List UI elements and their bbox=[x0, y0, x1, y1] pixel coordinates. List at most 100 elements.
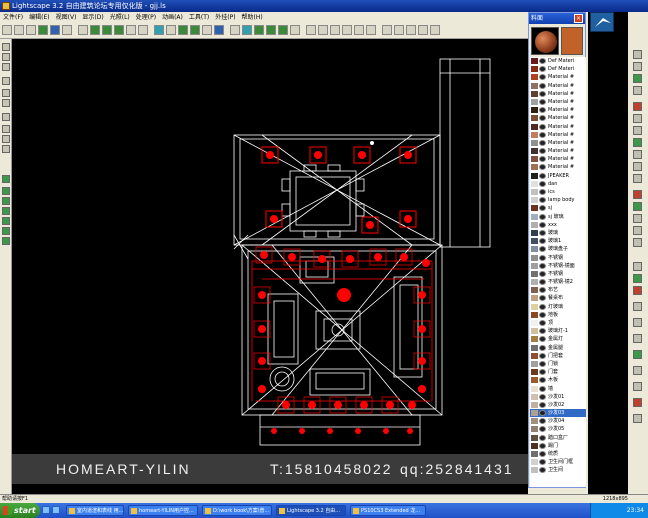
toolbar-button[interactable] bbox=[418, 25, 428, 35]
toolbar-button[interactable] bbox=[354, 25, 364, 35]
menu-item[interactable]: 视图(V) bbox=[53, 12, 80, 23]
toolbar-button[interactable] bbox=[14, 25, 24, 35]
material-list-item[interactable]: Material # bbox=[530, 114, 586, 122]
left-tool-button[interactable] bbox=[2, 53, 10, 61]
material-list-item[interactable]: 玻璃 bbox=[530, 229, 586, 237]
toolbar-button[interactable] bbox=[126, 25, 136, 35]
right-tool-button[interactable] bbox=[633, 62, 642, 71]
left-tool-button[interactable] bbox=[2, 145, 10, 153]
toolbar-button[interactable] bbox=[306, 25, 316, 35]
material-list-item[interactable]: Material # bbox=[530, 73, 586, 81]
right-tool-button[interactable] bbox=[633, 50, 642, 59]
material-list-item[interactable]: 木板 bbox=[530, 376, 586, 384]
taskbar-item[interactable]: homeart-YILIN用户控... bbox=[128, 505, 198, 516]
material-list-item[interactable]: Material # bbox=[530, 98, 586, 106]
material-list-item[interactable]: Material # bbox=[530, 155, 586, 163]
material-color-swatch[interactable] bbox=[561, 27, 583, 55]
toolbar-button[interactable] bbox=[202, 25, 212, 35]
right-tool-button[interactable] bbox=[633, 286, 642, 295]
right-tool-button[interactable] bbox=[633, 126, 642, 135]
right-tool-button[interactable] bbox=[633, 174, 642, 183]
toolbar-button[interactable] bbox=[430, 25, 440, 35]
menu-item[interactable]: 外挂(P) bbox=[212, 12, 238, 23]
toolbar-button[interactable] bbox=[166, 25, 176, 35]
toolbar-button[interactable] bbox=[278, 25, 288, 35]
material-list-item[interactable]: 门套 bbox=[530, 368, 586, 376]
material-list-item[interactable]: 不锈钢-镜2 bbox=[530, 278, 586, 286]
material-list-item[interactable]: 不锈钢 bbox=[530, 254, 586, 262]
toolbar-button[interactable] bbox=[178, 25, 188, 35]
toolbar-button[interactable] bbox=[242, 25, 252, 35]
material-list-item[interactable]: 统质 bbox=[530, 450, 586, 458]
material-list-item[interactable]: sj bbox=[530, 204, 586, 212]
material-list-item[interactable]: 沙发05 bbox=[530, 425, 586, 433]
toolbar-button[interactable] bbox=[50, 25, 60, 35]
material-list-item[interactable]: xxx bbox=[530, 221, 586, 229]
material-list-item[interactable]: JPEAKER bbox=[530, 172, 586, 180]
material-list-item[interactable]: Material # bbox=[530, 139, 586, 147]
material-list-item[interactable]: Material # bbox=[530, 131, 586, 139]
right-tool-button[interactable] bbox=[633, 318, 642, 327]
right-tool-button[interactable] bbox=[633, 334, 642, 343]
left-tool-button[interactable] bbox=[2, 197, 10, 205]
toolbar-button[interactable] bbox=[2, 25, 12, 35]
toolbar-button[interactable] bbox=[214, 25, 224, 35]
toolbar-button[interactable] bbox=[330, 25, 340, 35]
right-tool-button[interactable] bbox=[633, 414, 642, 423]
quick-launch-icon[interactable] bbox=[52, 506, 60, 514]
material-list-item[interactable]: 门锁 bbox=[530, 360, 586, 368]
toolbar-button[interactable] bbox=[190, 25, 200, 35]
material-list-item[interactable]: 墙 bbox=[530, 385, 586, 393]
material-list-item[interactable]: lamp body bbox=[530, 196, 586, 204]
material-list-item[interactable]: Material # bbox=[530, 163, 586, 171]
taskbar-item[interactable]: D:\work book\方案\普... bbox=[202, 505, 272, 516]
toolbar-button[interactable] bbox=[154, 25, 164, 35]
left-tool-button[interactable] bbox=[2, 135, 10, 143]
right-tool-button[interactable] bbox=[633, 214, 642, 223]
toolbar-button[interactable] bbox=[266, 25, 276, 35]
material-list-item[interactable]: 踏口盒厂 bbox=[530, 434, 586, 442]
toolbar-button[interactable] bbox=[230, 25, 240, 35]
left-tool-button[interactable] bbox=[2, 217, 10, 225]
material-list-item[interactable]: 门把套 bbox=[530, 352, 586, 360]
material-list-item[interactable]: 不锈钢-镜面 bbox=[530, 262, 586, 270]
material-list-item[interactable]: 沙发02 bbox=[530, 401, 586, 409]
right-tool-button[interactable] bbox=[633, 274, 642, 283]
taskbar-item[interactable]: PS10CS3 Extended 龙... bbox=[350, 505, 426, 516]
toolbar-button[interactable] bbox=[254, 25, 264, 35]
material-list-item[interactable]: Material # bbox=[530, 90, 586, 98]
toolbar-button[interactable] bbox=[138, 25, 148, 35]
right-tool-button[interactable] bbox=[633, 302, 642, 311]
menu-item[interactable]: 动画(A) bbox=[159, 12, 186, 23]
material-list-item[interactable]: Material # bbox=[530, 106, 586, 114]
toolbar-button[interactable] bbox=[366, 25, 376, 35]
menu-item[interactable]: 文件(F) bbox=[0, 12, 26, 23]
right-tool-button[interactable] bbox=[633, 238, 642, 247]
left-tool-button[interactable] bbox=[2, 89, 10, 97]
left-tool-button[interactable] bbox=[2, 227, 10, 235]
right-tool-button[interactable] bbox=[633, 86, 642, 95]
toolbar-button[interactable] bbox=[394, 25, 404, 35]
material-list-item[interactable]: 地板 bbox=[530, 311, 586, 319]
material-list-item[interactable]: 卫生间门框 bbox=[530, 458, 586, 466]
material-list-item[interactable]: ics bbox=[530, 188, 586, 196]
left-tool-button[interactable] bbox=[2, 125, 10, 133]
right-tool-button[interactable] bbox=[633, 74, 642, 83]
material-list[interactable]: Def Materi Def Materi Material # Material #… bbox=[530, 57, 586, 487]
menu-item[interactable]: 光照(L) bbox=[107, 12, 133, 23]
toolbar-button[interactable] bbox=[102, 25, 112, 35]
toolbar-button[interactable] bbox=[406, 25, 416, 35]
menu-item[interactable]: 处理(P) bbox=[133, 12, 159, 23]
toolbar-button[interactable] bbox=[90, 25, 100, 35]
material-list-item[interactable]: 玻璃灯-1 bbox=[530, 327, 586, 335]
material-list-item[interactable]: 卫生间 bbox=[530, 466, 586, 474]
menu-item[interactable]: 帮助(H) bbox=[239, 12, 266, 23]
right-tool-button[interactable] bbox=[633, 114, 642, 123]
material-list-item[interactable]: 布艺 bbox=[530, 286, 586, 294]
right-tool-button[interactable] bbox=[633, 190, 642, 199]
right-tool-button[interactable] bbox=[633, 382, 642, 391]
material-list-item[interactable]: Def Materi bbox=[530, 57, 586, 65]
left-tool-button[interactable] bbox=[2, 187, 10, 195]
right-tool-button[interactable] bbox=[633, 350, 642, 359]
material-list-item[interactable]: Material # bbox=[530, 147, 586, 155]
